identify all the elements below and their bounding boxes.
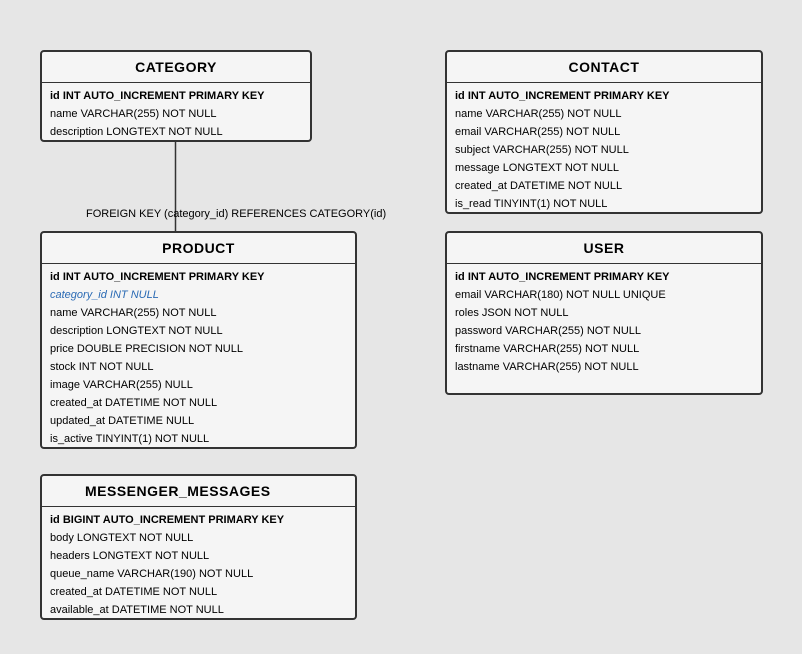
table-title: PRODUCT xyxy=(42,233,355,264)
column-row-primary-key: id INT AUTO_INCREMENT PRIMARY KEY xyxy=(455,271,670,283)
column-row: lastname VARCHAR(255) NOT NULL xyxy=(455,361,639,373)
column-row: stock INT NOT NULL xyxy=(50,361,154,373)
column-row: firstname VARCHAR(255) NOT NULL xyxy=(455,343,640,355)
column-row: password VARCHAR(255) NOT NULL xyxy=(455,325,642,337)
column-row: price DOUBLE PRECISION NOT NULL xyxy=(50,343,243,355)
table-title: USER xyxy=(447,233,761,264)
table-category[interactable]: CATEGORY id INT AUTO_INCREMENT PRIMARY K… xyxy=(40,50,312,142)
table-product[interactable]: PRODUCT id INT AUTO_INCREMENT PRIMARY KE… xyxy=(40,231,357,449)
column-row: created_at DATETIME NOT NULL xyxy=(50,586,218,598)
column-row: is_read TINYINT(1) NOT NULL xyxy=(455,198,608,210)
column-row: body LONGTEXT NOT NULL xyxy=(50,532,194,544)
table-title: CONTACT xyxy=(447,52,761,83)
table-title: CATEGORY xyxy=(42,52,310,83)
column-row: updated_at DATETIME NULL xyxy=(50,415,195,427)
column-row: is_active TINYINT(1) NOT NULL xyxy=(50,433,210,445)
column-row: available_at DATETIME NOT NULL xyxy=(50,604,224,616)
table-user[interactable]: USER id INT AUTO_INCREMENT PRIMARY KEY e… xyxy=(445,231,763,395)
column-row-primary-key: id BIGINT AUTO_INCREMENT PRIMARY KEY xyxy=(50,514,285,526)
column-row: roles JSON NOT NULL xyxy=(455,307,569,319)
column-row: name VARCHAR(255) NOT NULL xyxy=(50,307,217,319)
column-row: description LONGTEXT NOT NULL xyxy=(50,126,223,138)
column-row: message LONGTEXT NOT NULL xyxy=(455,162,620,174)
column-row-primary-key: id INT AUTO_INCREMENT PRIMARY KEY xyxy=(455,90,670,102)
table-contact[interactable]: CONTACT id INT AUTO_INCREMENT PRIMARY KE… xyxy=(445,50,763,214)
column-row: headers LONGTEXT NOT NULL xyxy=(50,550,210,562)
column-row: email VARCHAR(255) NOT NULL xyxy=(455,126,621,138)
column-row: queue_name VARCHAR(190) NOT NULL xyxy=(50,568,254,580)
column-row: name VARCHAR(255) NOT NULL xyxy=(50,108,217,120)
column-row: created_at DATETIME NOT NULL xyxy=(50,397,218,409)
column-row-primary-key: id INT AUTO_INCREMENT PRIMARY KEY xyxy=(50,90,265,102)
column-row: name VARCHAR(255) NOT NULL xyxy=(455,108,622,120)
table-messenger-messages[interactable]: MESSENGER_MESSAGES id BIGINT AUTO_INCREM… xyxy=(40,474,357,620)
column-row: image VARCHAR(255) NULL xyxy=(50,379,193,391)
column-row: description LONGTEXT NOT NULL xyxy=(50,325,223,337)
table-title: MESSENGER_MESSAGES xyxy=(42,476,355,507)
column-row-primary-key: id INT AUTO_INCREMENT PRIMARY KEY xyxy=(50,271,265,283)
column-row-foreign-key: category_id INT NULL xyxy=(50,289,159,301)
column-row: email VARCHAR(180) NOT NULL UNIQUE xyxy=(455,289,666,301)
column-row: subject VARCHAR(255) NOT NULL xyxy=(455,144,629,156)
column-row: created_at DATETIME NOT NULL xyxy=(455,180,623,192)
relation-label: FOREIGN KEY (category_id) REFERENCES CAT… xyxy=(86,208,387,220)
